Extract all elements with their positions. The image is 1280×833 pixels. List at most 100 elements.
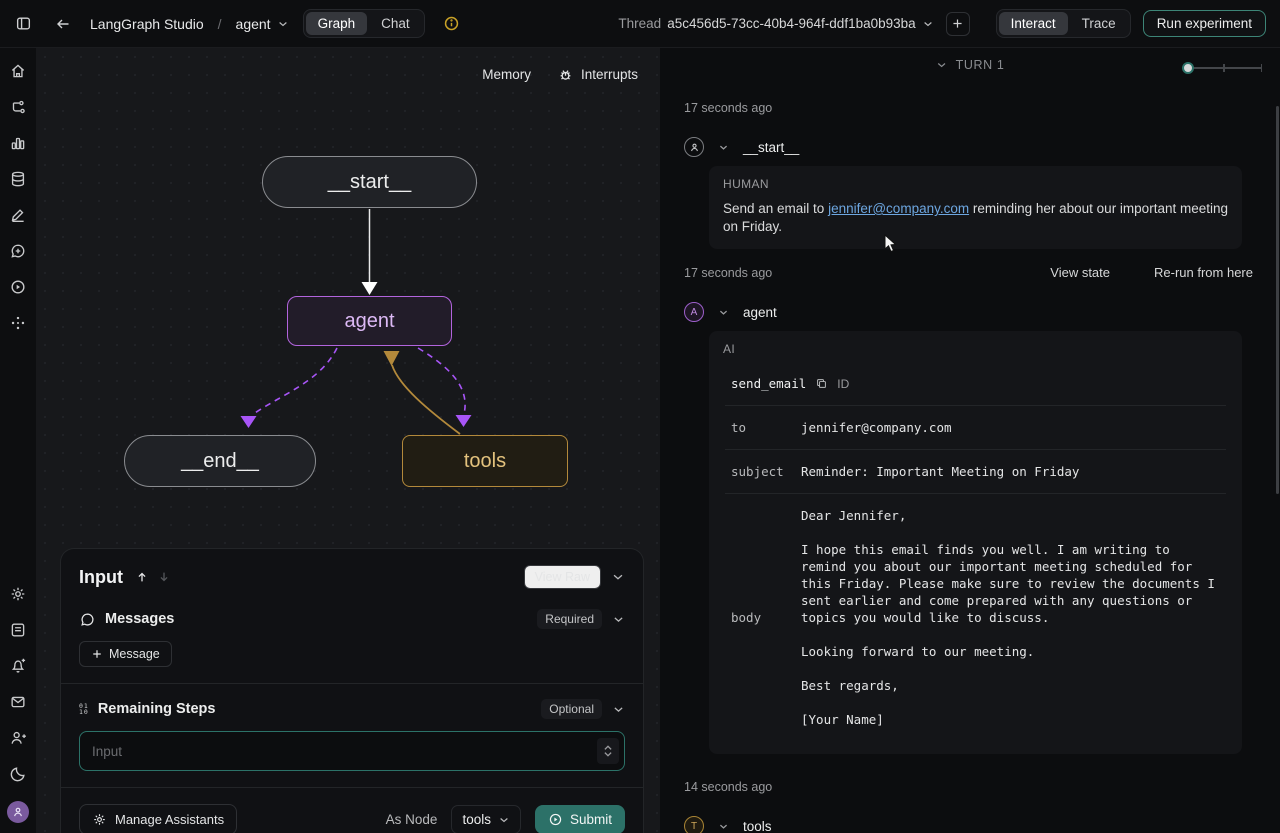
remaining-steps-input[interactable] xyxy=(79,731,625,771)
start-event-row: __start__ xyxy=(684,137,1253,157)
bug-icon xyxy=(557,66,574,83)
add-message-button[interactable]: Message xyxy=(79,641,172,667)
tab-trace[interactable]: Trace xyxy=(1070,12,1128,35)
as-node-value: tools xyxy=(462,812,491,827)
actions-row: 17 seconds ago View state Re-run from he… xyxy=(684,265,1253,280)
graph-node-agent[interactable]: agent xyxy=(287,296,452,346)
graph-node-end[interactable]: __end__ xyxy=(124,435,316,487)
person-icon xyxy=(689,142,700,153)
agent-event-label[interactable]: agent xyxy=(743,305,777,320)
thread-label: Thread xyxy=(618,16,661,31)
remaining-steps-chevron[interactable] xyxy=(612,703,625,716)
graph-canvas[interactable]: Memory Interrupts __start__ agent __end_… xyxy=(36,48,660,833)
tools-event-row: T tools xyxy=(684,816,1253,833)
graph-selector[interactable]: agent xyxy=(236,16,289,32)
agent-avatar: A xyxy=(684,302,704,322)
node-agent-label: agent xyxy=(344,310,394,333)
user-avatar[interactable] xyxy=(7,801,29,823)
note-icon[interactable] xyxy=(9,621,27,639)
tools-event-chevron[interactable] xyxy=(718,821,729,832)
actions-timestamp: 17 seconds ago xyxy=(684,266,772,280)
field-value: jennifer@company.com xyxy=(801,419,1220,436)
view-state-button[interactable]: View state xyxy=(1050,265,1110,280)
manage-assistants-button[interactable]: Manage Assistants xyxy=(79,804,237,833)
moon-icon[interactable] xyxy=(9,765,27,783)
messages-requirement-badge[interactable]: Required xyxy=(537,609,602,629)
field-key: body xyxy=(731,610,801,625)
turn-toggle[interactable]: TURN 1 xyxy=(936,58,1005,72)
chevron-down-icon xyxy=(277,18,289,30)
thread-panel: TURN 1 17 seconds ago __start__ HUMAN Se… xyxy=(660,48,1280,833)
speech-bubble-icon xyxy=(79,611,96,628)
play-circle-icon[interactable] xyxy=(9,278,27,296)
bar-chart-icon[interactable] xyxy=(9,134,27,152)
slider-thumb[interactable] xyxy=(1182,62,1194,74)
copy-icon[interactable] xyxy=(815,377,828,390)
chevron-down-icon xyxy=(498,814,510,826)
submit-button[interactable]: Submit xyxy=(535,805,625,833)
left-sidebar xyxy=(0,48,36,833)
bell-plus-icon[interactable] xyxy=(9,657,27,675)
binary-icon: 01 10 xyxy=(79,703,89,716)
graph-node-start[interactable]: __start__ xyxy=(262,156,477,208)
messages-chevron[interactable] xyxy=(612,613,625,626)
database-icon[interactable] xyxy=(9,170,27,188)
as-node-select[interactable]: tools xyxy=(451,805,521,833)
gear-icon xyxy=(92,812,107,827)
tools-timestamp: 14 seconds ago xyxy=(684,780,1253,794)
start-event-chevron[interactable] xyxy=(718,142,729,153)
user-plus-icon[interactable] xyxy=(9,729,27,747)
interrupts-button[interactable]: Interrupts xyxy=(557,66,638,83)
graph-node-tools[interactable]: tools xyxy=(402,435,568,487)
collapse-down-icon[interactable] xyxy=(157,570,171,584)
tool-id-badge: ID xyxy=(837,377,849,391)
chevron-down-icon xyxy=(611,570,625,584)
person-icon xyxy=(12,806,24,818)
run-experiment-button[interactable]: Run experiment xyxy=(1143,10,1266,37)
turn-slider[interactable] xyxy=(1184,64,1262,72)
panel-left-icon[interactable] xyxy=(10,11,36,37)
divider xyxy=(61,787,643,788)
rerun-button[interactable]: Re-run from here xyxy=(1154,265,1253,280)
turn-label: TURN 1 xyxy=(956,58,1005,72)
back-button[interactable] xyxy=(50,11,76,37)
pencil-icon[interactable] xyxy=(9,206,27,224)
human-message-card: HUMAN Send an email to jennifer@company.… xyxy=(709,166,1242,249)
tools-event-label[interactable]: tools xyxy=(743,819,772,833)
tab-interact[interactable]: Interact xyxy=(999,12,1068,35)
input-collapse-chevron[interactable] xyxy=(611,570,625,584)
tool-name: send_email xyxy=(731,376,806,391)
view-raw-button[interactable]: View Raw xyxy=(524,565,601,589)
number-stepper[interactable] xyxy=(597,738,619,764)
agent-event-chevron[interactable] xyxy=(718,307,729,318)
agent-event-row: A agent xyxy=(684,302,1253,322)
workflow-icon[interactable] xyxy=(9,98,27,116)
thread-selector[interactable]: Thread a5c456d5-73cc-40b4-964f-ddf1ba0b9… xyxy=(618,16,933,31)
memory-button[interactable]: Memory xyxy=(482,67,531,82)
home-icon[interactable] xyxy=(9,62,27,80)
info-icon[interactable] xyxy=(439,11,465,37)
human-role-label: HUMAN xyxy=(723,177,1228,191)
start-event-label[interactable]: __start__ xyxy=(743,140,799,155)
tab-graph[interactable]: Graph xyxy=(306,12,368,35)
node-end-label: __end__ xyxy=(181,450,259,473)
thread-id: a5c456d5-73cc-40b4-964f-ddf1ba0b93ba xyxy=(667,16,915,31)
collapse-up-icon[interactable] xyxy=(135,570,149,584)
email-link[interactable]: jennifer@company.com xyxy=(828,201,969,216)
play-circle-icon xyxy=(548,812,563,827)
sparkle-icon[interactable] xyxy=(9,314,27,332)
vertical-scrollbar[interactable] xyxy=(1276,106,1279,494)
tab-chat[interactable]: Chat xyxy=(369,12,422,35)
gear-icon[interactable] xyxy=(9,585,27,603)
comment-plus-icon[interactable] xyxy=(9,242,27,260)
remaining-steps-requirement-badge[interactable]: Optional xyxy=(541,699,602,719)
chevron-down-icon xyxy=(612,703,625,716)
chevron-down-icon xyxy=(922,18,934,30)
mail-icon[interactable] xyxy=(9,693,27,711)
interrupts-label: Interrupts xyxy=(581,67,638,82)
new-thread-button[interactable] xyxy=(946,12,970,36)
tool-field-row: to jennifer@company.com xyxy=(725,406,1226,450)
field-value: Dear Jennifer, I hope this email finds y… xyxy=(801,507,1220,728)
field-key: to xyxy=(731,420,801,435)
tool-field-row: subject Reminder: Important Meeting on F… xyxy=(725,450,1226,494)
